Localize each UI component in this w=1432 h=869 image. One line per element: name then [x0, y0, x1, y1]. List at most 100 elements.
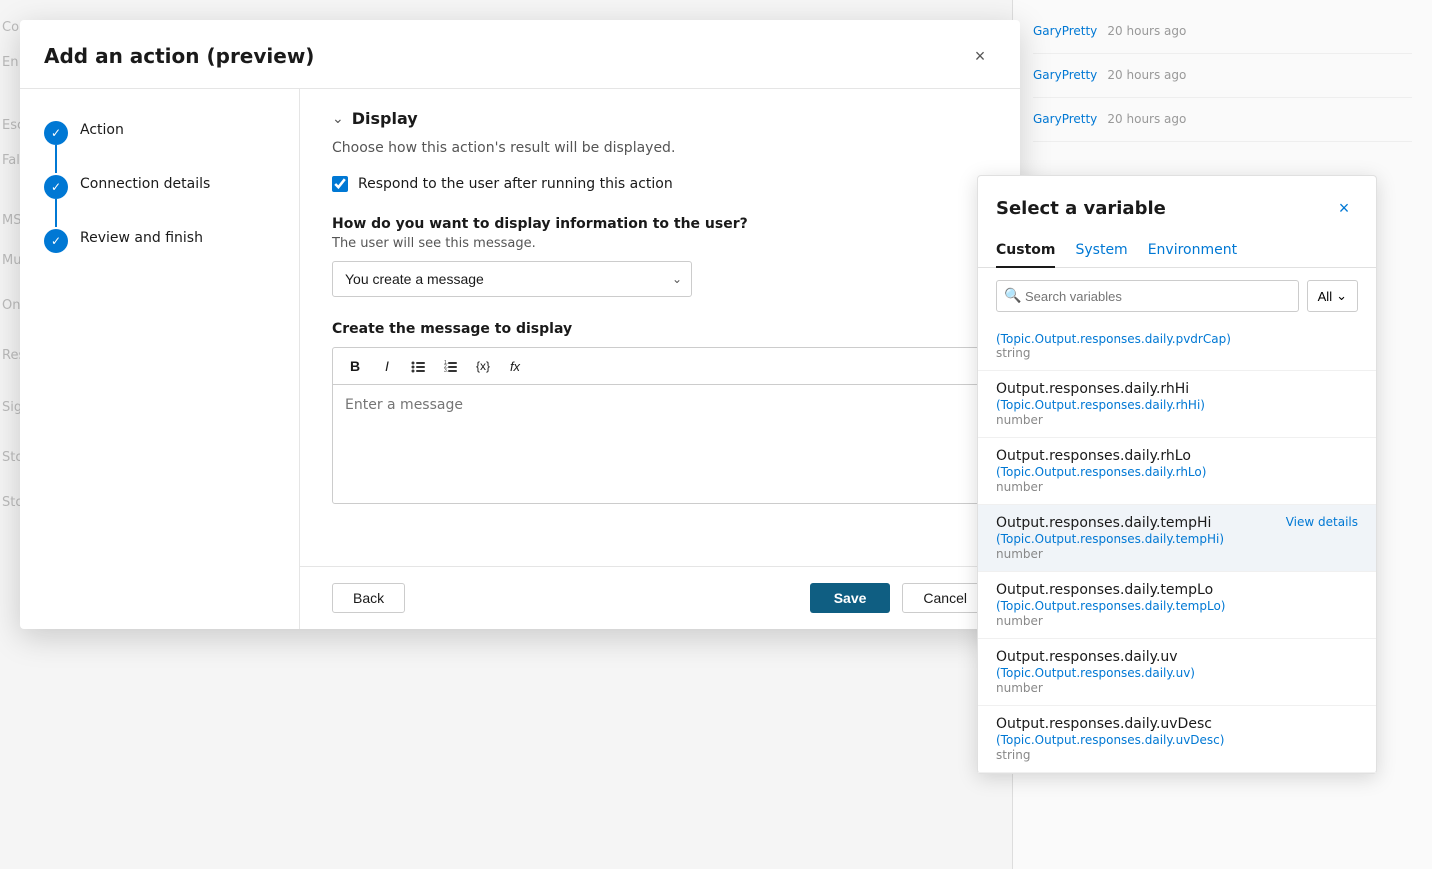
vp-item-5-name: Output.responses.daily.uvDesc — [996, 716, 1212, 732]
vp-item-2[interactable]: Output.responses.daily.tempHi View detai… — [978, 505, 1376, 572]
vp-item-2-header: Output.responses.daily.tempHi View detai… — [996, 515, 1358, 531]
toolbar-bold-button[interactable]: B — [341, 352, 369, 380]
vp-item-2-path: (Topic.Output.responses.daily.tempHi) — [996, 532, 1358, 546]
vp-partial-type: string — [996, 346, 1358, 360]
vp-item-3[interactable]: Output.responses.daily.tempLo (Topic.Out… — [978, 572, 1376, 639]
bg-label-fal: Fal — [2, 153, 20, 168]
toolbar-italic-button[interactable]: I — [373, 352, 401, 380]
vp-item-5-type: string — [996, 748, 1358, 762]
step-label-action: Action — [80, 119, 124, 138]
display-dropdown[interactable]: You create a message Automatically — [332, 261, 692, 297]
vp-close-button[interactable]: × — [1330, 194, 1358, 222]
steps-sidebar: ✓ Action ✓ Connection details ✓ Review a… — [20, 89, 300, 629]
vp-header: Select a variable × — [978, 176, 1376, 234]
variable-search-input[interactable] — [996, 280, 1299, 312]
tab-environment[interactable]: Environment — [1148, 234, 1237, 268]
step-circle-review: ✓ — [44, 229, 68, 253]
bg-label-ms: MS — [2, 213, 21, 228]
vp-item-4[interactable]: Output.responses.daily.uv (Topic.Output.… — [978, 639, 1376, 706]
vp-item-1-path: (Topic.Output.responses.daily.rhLo) — [996, 465, 1358, 479]
vp-partial-item[interactable]: (Topic.Output.responses.daily.pvdrCap) s… — [978, 324, 1376, 371]
step-check-connection: ✓ — [51, 180, 61, 194]
vp-title: Select a variable — [996, 198, 1166, 219]
main-dialog: Add an action (preview) × ✓ Action ✓ Con… — [20, 20, 1020, 629]
filter-label: All — [1318, 289, 1332, 304]
svg-text:3.: 3. — [444, 368, 448, 374]
step-review: ✓ Review and finish — [44, 227, 275, 253]
filter-chevron-icon: ⌄ — [1336, 288, 1347, 304]
vp-variable-list: (Topic.Output.responses.daily.pvdrCap) s… — [978, 324, 1376, 773]
bg-user-1: GaryPretty — [1033, 24, 1097, 38]
bg-label-mu: Mu — [2, 253, 21, 268]
vp-partial-path: (Topic.Output.responses.daily.pvdrCap) — [996, 332, 1358, 346]
vp-item-0-name: Output.responses.daily.rhHi — [996, 381, 1189, 397]
vp-item-1-header: Output.responses.daily.rhLo — [996, 448, 1358, 464]
step-connector-1 — [55, 145, 57, 173]
step-check-review: ✓ — [51, 234, 61, 248]
vp-item-3-path: (Topic.Output.responses.daily.tempLo) — [996, 599, 1358, 613]
vp-item-1-type: number — [996, 480, 1358, 494]
vp-item-5-header: Output.responses.daily.uvDesc — [996, 716, 1358, 732]
toolbar-number-button[interactable]: 1. 2. 3. — [437, 352, 465, 380]
bg-right-item-2: GaryPretty 20 hours ago — [1033, 54, 1412, 98]
respond-checkbox[interactable] — [332, 176, 348, 192]
step-circle-action: ✓ — [44, 121, 68, 145]
variable-filter-button[interactable]: All ⌄ — [1307, 280, 1358, 312]
bg-user-2: GaryPretty — [1033, 68, 1097, 82]
bg-time-1: 20 hours ago — [1107, 24, 1186, 38]
dialog-title: Add an action (preview) — [44, 44, 314, 68]
message-toolbar: B I 1. — [332, 347, 988, 384]
question-sublabel: The user will see this message. — [332, 236, 988, 251]
vp-item-4-type: number — [996, 681, 1358, 695]
bg-right-item-1: GaryPretty 20 hours ago — [1033, 10, 1412, 54]
display-dropdown-wrapper: You create a message Automatically ⌄ — [332, 261, 692, 297]
vp-item-3-header: Output.responses.daily.tempLo — [996, 582, 1358, 598]
search-icon: 🔍 — [1004, 288, 1021, 304]
respond-checkbox-label: Respond to the user after running this a… — [358, 176, 673, 192]
save-button[interactable]: Save — [810, 583, 891, 613]
vp-item-2-type: number — [996, 547, 1358, 561]
vp-item-0[interactable]: Output.responses.daily.rhHi (Topic.Outpu… — [978, 371, 1376, 438]
step-connection: ✓ Connection details — [44, 173, 275, 199]
vp-item-0-header: Output.responses.daily.rhHi — [996, 381, 1358, 397]
step-circle-connection: ✓ — [44, 175, 68, 199]
bg-user-3: GaryPretty — [1033, 112, 1097, 126]
dialog-header: Add an action (preview) × — [20, 20, 1020, 89]
message-textarea[interactable] — [332, 384, 988, 504]
vp-item-4-header: Output.responses.daily.uv — [996, 649, 1358, 665]
step-check-action: ✓ — [51, 126, 61, 140]
back-button[interactable]: Back — [332, 583, 405, 613]
vp-search-wrapper: 🔍 — [996, 280, 1299, 312]
bg-right-item-3: GaryPretty 20 hours ago — [1033, 98, 1412, 142]
tab-custom[interactable]: Custom — [996, 234, 1055, 268]
vp-item-5[interactable]: Output.responses.daily.uvDesc (Topic.Out… — [978, 706, 1376, 773]
step-connector-2 — [55, 199, 57, 227]
section-title: Display — [352, 109, 418, 128]
vp-view-details-2[interactable]: View details — [1286, 515, 1358, 529]
bg-label-on: On — [2, 298, 20, 313]
section-header: ⌄ Display — [332, 109, 988, 128]
vp-item-1-name: Output.responses.daily.rhLo — [996, 448, 1191, 464]
footer-right: Save Cancel — [810, 583, 988, 613]
vp-item-5-path: (Topic.Output.responses.daily.uvDesc) — [996, 733, 1358, 747]
dialog-close-button[interactable]: × — [964, 40, 996, 72]
vp-item-2-name: Output.responses.daily.tempHi — [996, 515, 1211, 531]
step-label-connection: Connection details — [80, 173, 210, 192]
vp-item-1[interactable]: Output.responses.daily.rhLo (Topic.Outpu… — [978, 438, 1376, 505]
bg-time-2: 20 hours ago — [1107, 68, 1186, 82]
dialog-body: ✓ Action ✓ Connection details ✓ Review a… — [20, 89, 1020, 629]
variable-panel: Select a variable × Custom System Enviro… — [977, 175, 1377, 774]
content-scroll: ⌄ Display Choose how this action's resul… — [300, 89, 1020, 566]
toolbar-bullet-button[interactable] — [405, 352, 433, 380]
vp-item-3-type: number — [996, 614, 1358, 628]
vp-item-0-type: number — [996, 413, 1358, 427]
toolbar-variable-button[interactable]: {x} — [469, 352, 497, 380]
footer-left: Back — [332, 583, 405, 613]
section-description: Choose how this action's result will be … — [332, 140, 988, 156]
step-action: ✓ Action — [44, 119, 275, 145]
cancel-button[interactable]: Cancel — [902, 583, 988, 613]
vp-item-4-path: (Topic.Output.responses.daily.uv) — [996, 666, 1358, 680]
tab-system[interactable]: System — [1075, 234, 1127, 268]
toolbar-formula-button[interactable]: fx — [501, 352, 529, 380]
section-chevron-icon: ⌄ — [332, 111, 344, 127]
